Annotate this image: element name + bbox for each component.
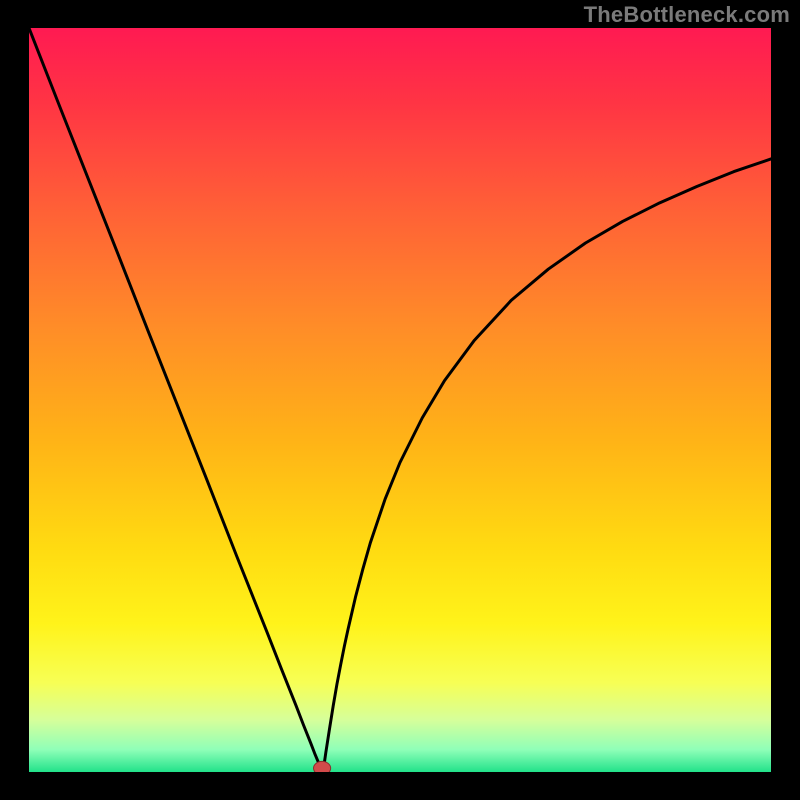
minimum-marker: [314, 761, 331, 772]
plot-svg: [29, 28, 771, 772]
chart-stage: TheBottleneck.com: [0, 0, 800, 800]
plot-frame: [29, 28, 771, 772]
plot-background: [29, 28, 771, 772]
attribution-text: TheBottleneck.com: [584, 2, 790, 28]
